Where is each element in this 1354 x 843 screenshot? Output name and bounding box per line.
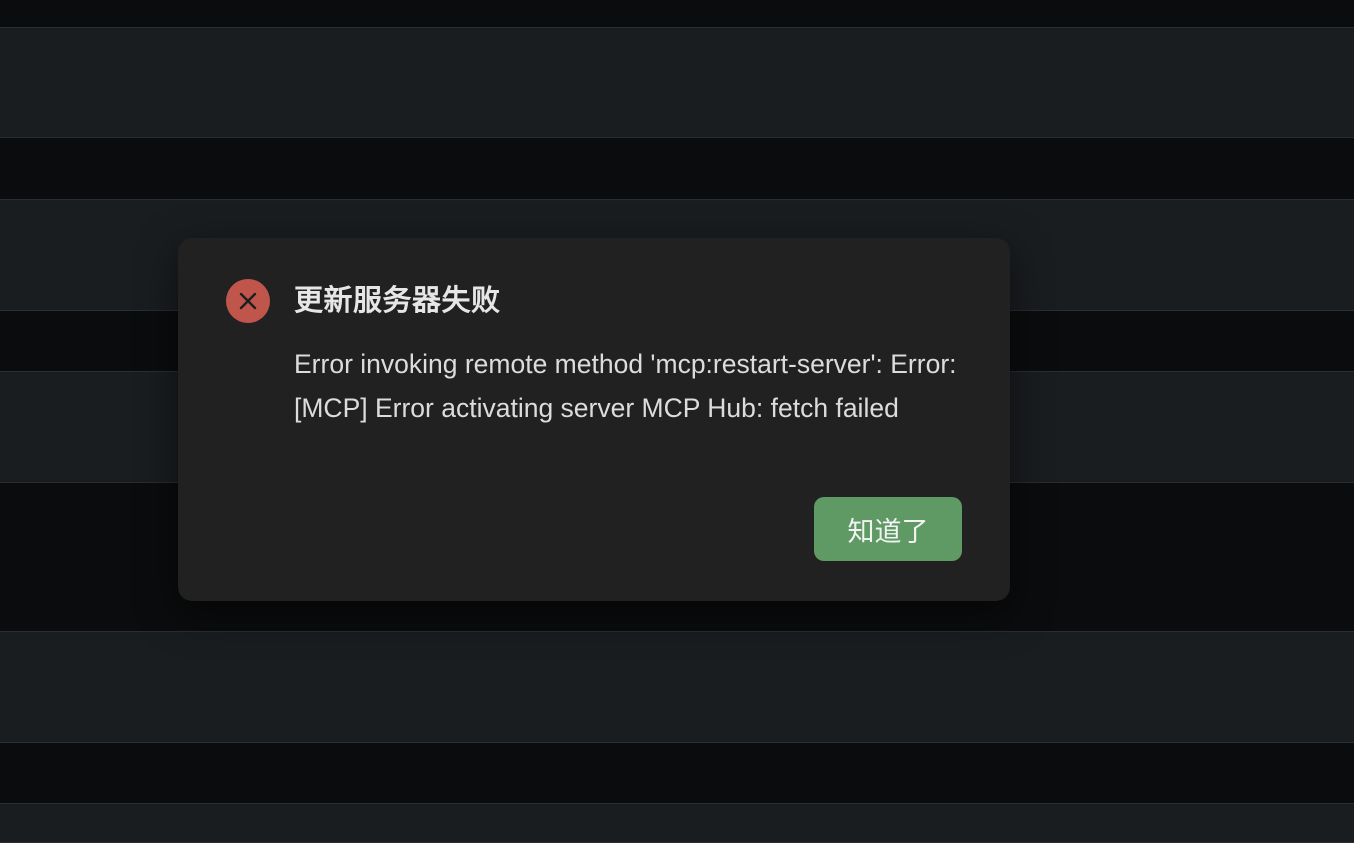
error-dialog: 更新服务器失败 Error invoking remote method 'mc… xyxy=(178,238,1010,601)
close-icon-glyph xyxy=(239,292,257,310)
list-item xyxy=(0,27,1354,138)
ok-button[interactable]: 知道了 xyxy=(814,497,962,561)
dialog-message: Error invoking remote method 'mcp:restar… xyxy=(294,349,957,423)
dialog-title: 更新服务器失败 xyxy=(294,285,501,317)
list-item xyxy=(0,803,1354,843)
list-item xyxy=(0,631,1354,743)
close-icon xyxy=(226,279,270,323)
